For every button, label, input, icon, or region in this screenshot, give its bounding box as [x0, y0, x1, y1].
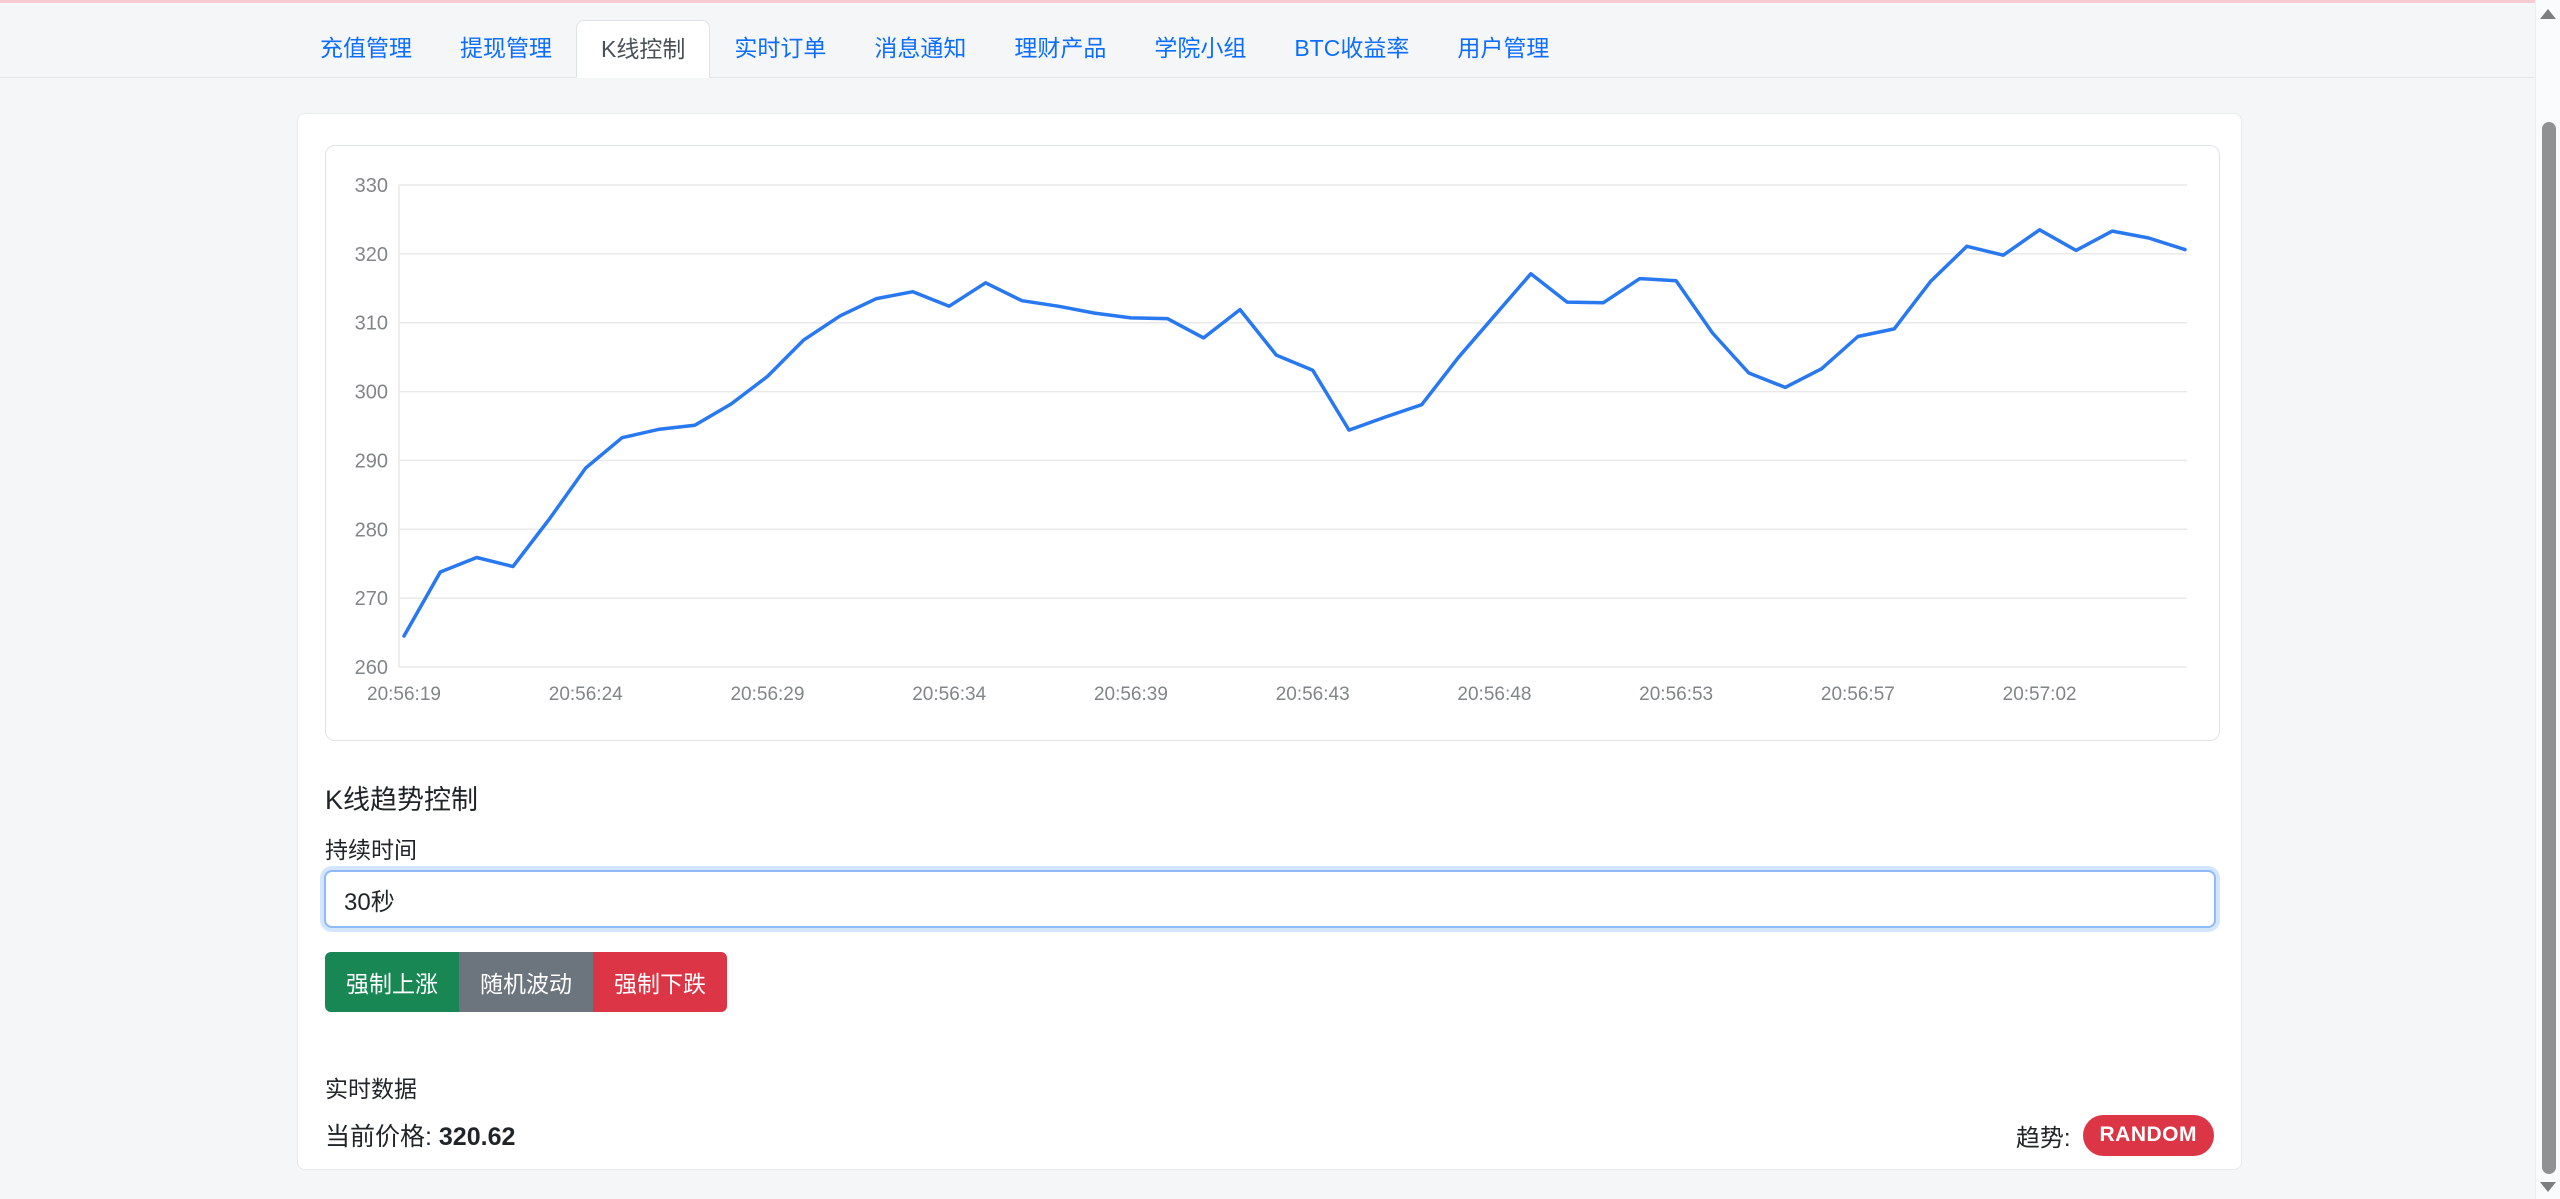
svg-text:20:56:19: 20:56:19	[367, 684, 441, 705]
realtime-data-heading: 实时数据	[325, 1070, 417, 1104]
svg-text:20:56:39: 20:56:39	[1094, 684, 1168, 705]
realtime-status-row: 当前价格: 320.62 趋势: RANDOM	[325, 1112, 2214, 1158]
svg-text:300: 300	[355, 382, 388, 404]
svg-text:20:56:34: 20:56:34	[912, 684, 986, 705]
svg-text:270: 270	[355, 588, 388, 610]
section-heading: K线趋势控制	[325, 778, 478, 817]
tab-realtime-orders[interactable]: 实时订单	[710, 20, 850, 77]
svg-text:20:56:29: 20:56:29	[730, 684, 804, 705]
trend-label: 趋势:	[2016, 1118, 2071, 1153]
page-scrollbar[interactable]	[2535, 0, 2560, 1199]
tab-recharge-management[interactable]: 充值管理	[296, 20, 436, 77]
svg-text:320: 320	[355, 244, 388, 266]
svg-text:310: 310	[355, 313, 388, 335]
tab-withdrawal-management[interactable]: 提现管理	[436, 20, 576, 77]
tab-kline-control[interactable]: K线控制	[576, 20, 710, 78]
svg-text:280: 280	[355, 519, 388, 541]
svg-text:20:56:48: 20:56:48	[1457, 684, 1531, 705]
tab-wealth-products[interactable]: 理财产品	[990, 20, 1130, 77]
chart-y-axis-labels: 260 270 280 290 300 310 320 330	[355, 175, 388, 679]
svg-text:260: 260	[355, 657, 388, 679]
current-price: 当前价格: 320.62	[325, 1117, 515, 1153]
price-line-chart: 260 270 280 290 300 310 320 330 20:56:19 20:56:24…	[326, 146, 2219, 740]
random-fluctuation-button[interactable]: 随机波动	[459, 952, 593, 1012]
kline-control-page: 充值管理提现管理K线控制实时订单消息通知理财产品学院小组BTC收益率用户管理 2…	[0, 0, 2560, 1199]
svg-text:290: 290	[355, 450, 388, 472]
duration-input[interactable]	[324, 870, 2216, 928]
chart-gridlines	[399, 185, 2187, 667]
svg-text:330: 330	[355, 175, 388, 197]
trend-button-group: 强制上涨随机波动强制下跌	[325, 952, 727, 1012]
tab-message-notifications[interactable]: 消息通知	[850, 20, 990, 77]
current-price-value: 320.62	[439, 1123, 515, 1151]
tab-user-management[interactable]: 用户管理	[1433, 20, 1573, 77]
force-fall-button[interactable]: 强制下跌	[593, 952, 727, 1012]
top-accent-strip	[0, 0, 2560, 3]
duration-label: 持续时间	[325, 831, 417, 865]
svg-text:20:56:57: 20:56:57	[1821, 684, 1895, 705]
scrollbar-thumb[interactable]	[2542, 122, 2556, 1174]
tab-btc-yield-rate[interactable]: BTC收益率	[1270, 20, 1433, 77]
current-price-label: 当前价格:	[325, 1123, 432, 1151]
svg-text:20:56:24: 20:56:24	[549, 684, 623, 705]
trend-status: 趋势: RANDOM	[2016, 1115, 2214, 1156]
scrollbar-down-arrow[interactable]	[2540, 1182, 2556, 1192]
admin-tab-bar: 充值管理提现管理K线控制实时订单消息通知理财产品学院小组BTC收益率用户管理	[0, 20, 2535, 78]
svg-text:20:57:02: 20:57:02	[2003, 684, 2077, 705]
kline-control-card: 260 270 280 290 300 310 320 330 20:56:19 20:56:24…	[297, 113, 2242, 1170]
scrollbar-up-arrow[interactable]	[2540, 9, 2556, 19]
chart-price-line	[404, 230, 2185, 636]
tab-academy-groups[interactable]: 学院小组	[1130, 20, 1270, 77]
svg-text:20:56:43: 20:56:43	[1276, 684, 1350, 705]
svg-text:20:56:53: 20:56:53	[1639, 684, 1713, 705]
chart-x-axis-labels: 20:56:19 20:56:24 20:56:29 20:56:34 20:56:39…	[367, 684, 2077, 705]
trend-badge: RANDOM	[2083, 1115, 2215, 1156]
price-chart-panel: 260 270 280 290 300 310 320 330 20:56:19 20:56:24…	[325, 145, 2220, 741]
force-rise-button[interactable]: 强制上涨	[325, 952, 459, 1012]
